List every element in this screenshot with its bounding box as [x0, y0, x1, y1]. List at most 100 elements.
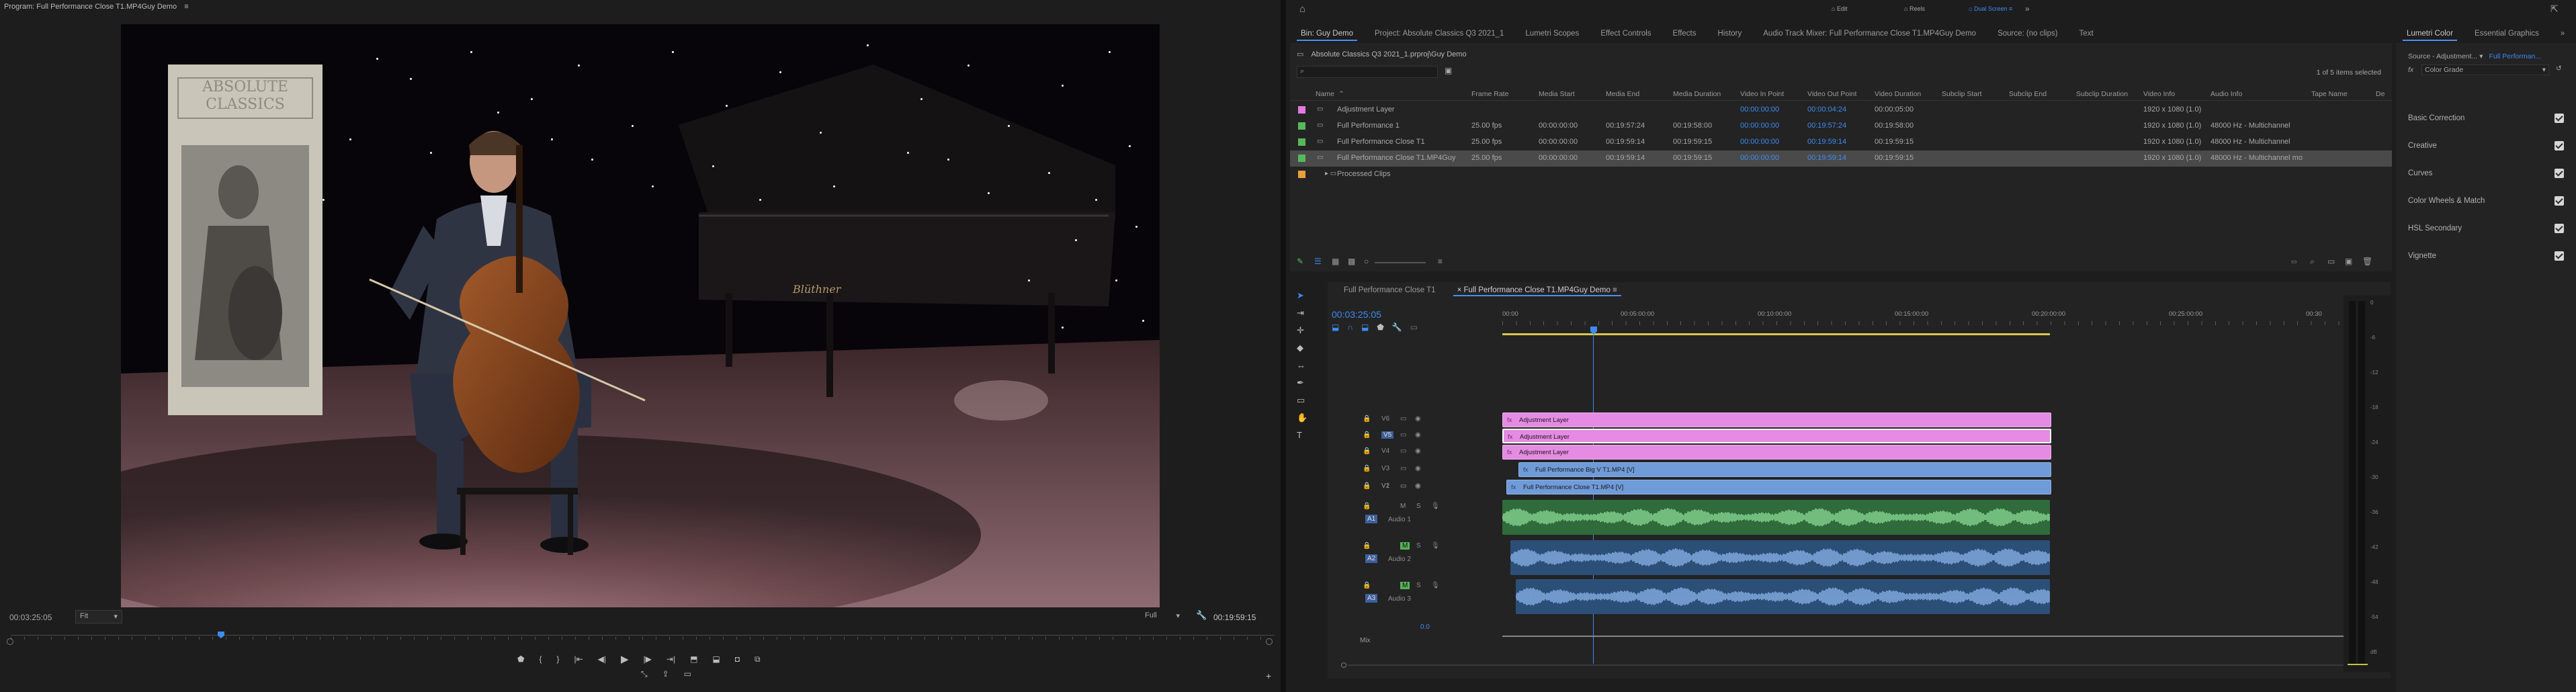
tab-source[interactable]: Source: (no clips)	[1987, 24, 2068, 43]
audio-track-id[interactable]: A2	[1365, 554, 1378, 563]
microphone-icon[interactable]: 🎙	[1431, 582, 1440, 589]
panel-menu-icon[interactable]: ≡	[184, 3, 188, 11]
bin-row-name[interactable]: Adjustment Layer	[1337, 105, 1395, 114]
tab-essential-graphics[interactable]: Essential Graphics	[2464, 24, 2550, 43]
tab-bin-guy-demo[interactable]: Bin: Guy Demo	[1290, 24, 1364, 43]
linked-selection-icon[interactable]: ⬓	[1361, 322, 1369, 332]
lumetri-section[interactable]: Basic Correction	[2408, 105, 2564, 132]
step-forward-icon[interactable]: |▶	[644, 654, 652, 664]
eye-icon[interactable]: ◉	[1415, 447, 1421, 455]
preset-dropdown[interactable]: Color Grade ▾	[2421, 64, 2549, 75]
add-marker-icon[interactable]: ⬟	[1377, 322, 1383, 332]
program-scrubber[interactable]	[11, 632, 1274, 640]
video-track-header[interactable]: 🔒 V6 ▭ ◉	[1328, 413, 1502, 429]
list-view-icon[interactable]: ☰	[1314, 257, 1322, 266]
video-track-header[interactable]: 🔒 V5 ▭ ◉	[1328, 429, 1502, 445]
share-icon[interactable]: ⇱	[2550, 3, 2559, 15]
program-title[interactable]: Program: Full Performance Close T1.MP4Gu…	[4, 3, 177, 11]
play-icon[interactable]: ▶	[621, 653, 629, 665]
new-bin-footer-icon[interactable]: ▭	[2327, 257, 2335, 266]
section-enable-checkbox[interactable]	[2554, 224, 2564, 233]
tab-effects[interactable]: Effects	[1662, 24, 1707, 43]
mix-value[interactable]: 0.0	[1420, 623, 1430, 631]
source-target[interactable]: Full Performan...	[2489, 52, 2541, 60]
col-frame-rate[interactable]: Frame Rate	[1471, 90, 1508, 98]
bin-row-name[interactable]: Full Performance 1	[1337, 122, 1400, 130]
sync-lock-icon[interactable]: ▭	[1400, 447, 1406, 455]
tab-project[interactable]: Project: Absolute Classics Q3 2021_1	[1364, 24, 1514, 43]
sort-asc-icon[interactable]: ⌃	[1338, 90, 1344, 98]
video-track-header[interactable]: 🔒 V4 ▭ ◉	[1328, 445, 1502, 461]
audio-track-header[interactable]: 🔒 A2 M S 🎙 Audio 2	[1328, 539, 1502, 577]
comparison-view-icon[interactable]: ⧉	[755, 654, 761, 664]
audio-track-id[interactable]: A1	[1365, 515, 1378, 523]
col-media-end[interactable]: Media End	[1606, 90, 1639, 98]
work-area-bar[interactable]	[1502, 333, 2050, 335]
hand-tool-icon[interactable]: ✋	[1297, 413, 1307, 423]
step-back-icon[interactable]: ◀|	[598, 654, 606, 664]
selection-tool-icon[interactable]: ➤	[1297, 290, 1304, 301]
full-performance-close-clip[interactable]: fx Full Performance Close T1.MP4 [V]	[1506, 480, 2051, 494]
fit-dropdown[interactable]: Fit ▾	[75, 610, 122, 623]
eye-icon[interactable]: ◉	[1415, 465, 1421, 472]
lock-icon[interactable]: 🔒	[1363, 482, 1371, 490]
lock-icon[interactable]: 🔒	[1363, 447, 1371, 455]
label-color-chip[interactable]	[1298, 122, 1305, 130]
col-media-duration[interactable]: Media Duration	[1673, 90, 1721, 98]
vr-icon[interactable]: ⤡	[641, 669, 648, 679]
panel-menu-icon[interactable]: ≡	[1613, 286, 1617, 294]
lumetri-section[interactable]: Color Wheels & Match	[2408, 187, 2564, 214]
section-enable-checkbox[interactable]	[2554, 141, 2564, 150]
snap-icon[interactable]: ∩	[1347, 322, 1353, 332]
pencil-icon[interactable]: ✎	[1297, 257, 1303, 266]
go-to-in-icon[interactable]: |⇤	[574, 654, 583, 664]
full-performance-big-v-clip[interactable]: fx Full Performance Big V T1.MP4 [V]	[1518, 462, 2051, 477]
tab-sequence-close-t1[interactable]: Full Performance Close T1	[1333, 282, 1447, 298]
microphone-icon[interactable]: 🎙	[1431, 503, 1440, 510]
new-item-icon[interactable]: ▣	[2345, 257, 2352, 266]
mute-button[interactable]: M	[1400, 503, 1406, 510]
audio-track-header[interactable]: 🔒 A3 M S 🎙 Audio 3	[1328, 579, 1502, 617]
mute-button[interactable]: M	[1400, 582, 1410, 589]
track-id[interactable]: V1	[1381, 482, 1389, 490]
bin-row[interactable]: ▭ Full Performance Close T1.MP4Guy 25.00 f…	[1290, 150, 2392, 167]
tab-lumetri-color[interactable]: Lumetri Color	[2396, 24, 2464, 43]
sort-icons-icon[interactable]: ≡	[1438, 257, 1443, 266]
scrubber-end-knob[interactable]	[1266, 638, 1273, 645]
audio-track-id[interactable]: A3	[1365, 594, 1378, 603]
marker-icon[interactable]: ⬟	[517, 654, 524, 664]
program-timecode[interactable]: 00:03:25:05	[9, 613, 52, 622]
track-id[interactable]: V4	[1381, 447, 1389, 455]
bin-row[interactable]: ▭ Full Performance Close T1 25.00 fps 00:00…	[1290, 134, 2392, 150]
type-tool-icon[interactable]: T	[1297, 430, 1302, 440]
audio-clip-a2[interactable]	[1510, 540, 2050, 575]
tab-audio-track-mixer[interactable]: Audio Track Mixer: Full Performance Clos…	[1752, 24, 1987, 43]
zoom-out-icon[interactable]: ○	[1364, 257, 1369, 266]
label-color-chip[interactable]	[1298, 138, 1305, 146]
mute-button[interactable]: M	[1400, 542, 1410, 550]
rectangle-tool-icon[interactable]: ▭	[1297, 395, 1305, 406]
col-media-start[interactable]: Media Start	[1539, 90, 1575, 98]
section-enable-checkbox[interactable]	[2554, 196, 2564, 206]
track-select-tool-icon[interactable]: ⇥	[1297, 308, 1304, 318]
bin-row[interactable]: ▭ Adjustment Layer 00:00:00:00 00:00:04:24 0…	[1290, 102, 2392, 118]
playhead-line[interactable]	[1593, 335, 1594, 664]
more-tabs-icon[interactable]: »	[2550, 24, 2575, 43]
ripple-edit-tool-icon[interactable]: ✛	[1297, 325, 1304, 336]
new-bin-icon[interactable]: ▣	[1445, 66, 1452, 75]
tab-text[interactable]: Text	[2069, 24, 2104, 43]
lock-icon[interactable]: 🔒	[1363, 415, 1371, 423]
mix-volume-line[interactable]	[1502, 636, 2345, 637]
col-de[interactable]: De	[2376, 90, 2385, 98]
bin-row-name[interactable]: Full Performance Close T1.MP4Guy	[1337, 154, 1455, 162]
tab-close-icon[interactable]: ×	[1457, 286, 1462, 294]
automate-icon[interactable]: ▭	[2291, 258, 2297, 265]
go-to-out-icon[interactable]: ⇥|	[667, 654, 675, 664]
video-track-header[interactable]: 🔒 V1 ▭ ◉	[1328, 480, 1502, 496]
video-track-header[interactable]: 🔒 V3 ▭ ◉	[1328, 462, 1502, 478]
col-subclip-end[interactable]: Subclip End	[2009, 90, 2047, 98]
more-workspaces-icon[interactable]: »	[2025, 4, 2030, 13]
source-label[interactable]: Source - Adjustment...	[2408, 52, 2477, 60]
track-id[interactable]: V3	[1381, 465, 1389, 472]
thumbnail-size-slider[interactable]	[1375, 262, 1426, 263]
